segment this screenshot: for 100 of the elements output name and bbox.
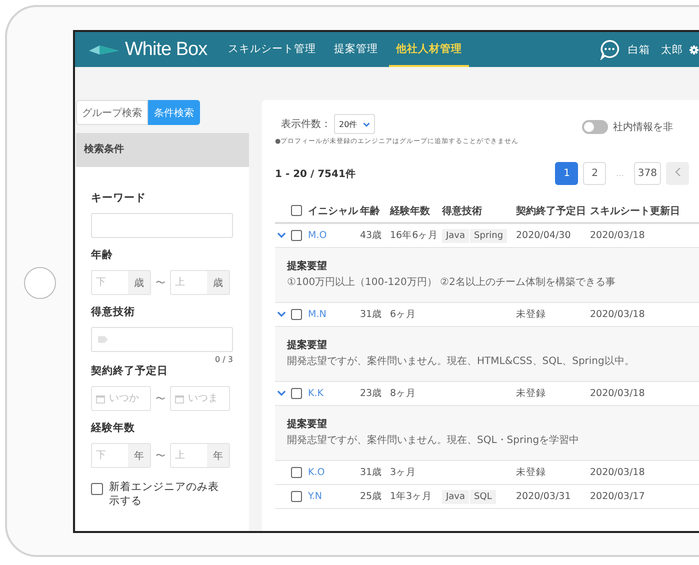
- table-cell-text: 2020/03/18: [590, 388, 646, 399]
- page-size-select[interactable]: 20件: [334, 114, 376, 134]
- table-cell-text: 25歳: [360, 490, 384, 503]
- table-cell-text: 2020/03/18: [590, 467, 646, 478]
- table-cell-text: 2020/03/31: [516, 491, 572, 502]
- column-header[interactable]: 契約終了予定日: [516, 204, 590, 218]
- logo-icon: [89, 42, 119, 56]
- initials-link[interactable]: K.K: [308, 388, 360, 399]
- request-text: 開発志望ですが、案件問いません。現在、HTML&CSS、SQL、Spring以中。: [287, 354, 636, 368]
- panel-heading: 検索条件: [76, 133, 249, 167]
- column-header[interactable]: イニシャル: [308, 204, 360, 218]
- table-cell-text: 未登録: [516, 308, 547, 321]
- date-from-field[interactable]: いつか: [91, 386, 151, 411]
- settings-icon[interactable]: [689, 44, 699, 54]
- range-separator: 〜: [154, 392, 166, 406]
- field-label: キーワード: [91, 191, 147, 205]
- table-cell-text: 31歳: [360, 466, 384, 479]
- chevron-icon[interactable]: [277, 390, 286, 396]
- end-date-input[interactable]: いつま: [184, 393, 228, 404]
- nav-tab[interactable]: スキルシート管理: [221, 32, 324, 67]
- field-label: 契約終了予定日: [91, 364, 169, 378]
- table-cell-text: 2020/03/18: [590, 309, 646, 320]
- initials-link[interactable]: K.O: [308, 467, 360, 478]
- result-count: 1 - 20 / 7541件: [275, 168, 356, 180]
- table-cell-text: 1年3ヶ月: [390, 490, 434, 503]
- checkbox-label: 新着エンジニアのみ表示する: [109, 480, 220, 508]
- min-years-input[interactable]: 下: [92, 450, 128, 461]
- table-cell-text: 2020/03/18: [590, 230, 646, 241]
- min-age-input[interactable]: 下: [92, 277, 128, 288]
- field-label: 得意技術: [91, 305, 136, 319]
- logo-text: White Box: [125, 38, 208, 60]
- initials-link[interactable]: M.N: [308, 309, 360, 320]
- calendar-icon: [175, 394, 184, 404]
- select-all-checkbox[interactable]: [291, 205, 302, 216]
- skill-tag-field[interactable]: [91, 327, 233, 352]
- row-checkbox[interactable]: [291, 467, 302, 478]
- field-label: 年齢: [91, 248, 114, 262]
- table-cell-text: 未登録: [516, 387, 547, 400]
- nav-tab[interactable]: 提案管理: [327, 32, 386, 67]
- table-cell-text: 16年6ヶ月: [390, 229, 440, 242]
- chevron-left-icon: [674, 167, 680, 177]
- chevron-icon[interactable]: [277, 311, 286, 317]
- row-checkbox[interactable]: [291, 230, 302, 241]
- table-cell-text: 3ヶ月: [390, 466, 418, 479]
- toggle-switch[interactable]: [582, 120, 608, 134]
- page-button[interactable]: 378: [634, 162, 661, 185]
- range-separator: 〜: [154, 276, 166, 290]
- request-text: 開発志望ですが、案件問いません。現在、SQL・Springを学習中: [287, 434, 580, 447]
- page-button[interactable]: 1: [555, 162, 578, 185]
- table-cell-text: 43歳: [360, 229, 384, 242]
- table-cell-text: 6ヶ月: [390, 308, 418, 321]
- experience-min-field[interactable]: 下 年: [91, 443, 151, 468]
- nav-tab[interactable]: 他社人材管理: [389, 32, 470, 67]
- age-max-field[interactable]: 上 歳: [170, 270, 230, 295]
- initials-link[interactable]: M.O: [308, 230, 360, 241]
- row-checkbox[interactable]: [291, 388, 302, 399]
- toggle-label: 社内情報を非: [613, 120, 673, 134]
- tag-counter: 0 / 3: [214, 355, 233, 364]
- max-age-input[interactable]: 上: [171, 277, 207, 288]
- table-cell-text: 2020/04/30: [516, 230, 572, 241]
- row-checkbox[interactable]: [291, 491, 302, 502]
- user-name[interactable]: 白箱 太郎: [628, 42, 683, 56]
- page-ellipsis: ...: [615, 169, 625, 178]
- table-cell-text: 未登録: [516, 466, 547, 479]
- request-title: 提案要望: [287, 417, 328, 431]
- table-cell-text: 31歳: [360, 308, 384, 321]
- initials-link[interactable]: Y.N: [308, 491, 360, 502]
- column-header[interactable]: 得意技術: [442, 204, 516, 218]
- request-title: 提案要望: [287, 259, 328, 273]
- skill-tag: SQL: [470, 490, 496, 504]
- search-mode-tab[interactable]: 条件検索: [148, 100, 200, 125]
- skill-tag: Spring: [470, 228, 508, 242]
- range-separator: 〜: [154, 450, 166, 462]
- skill-tag: Java: [442, 490, 470, 504]
- date-to-field[interactable]: いつま: [170, 386, 230, 411]
- start-date-input[interactable]: いつか: [105, 393, 149, 404]
- tag-icon: [98, 336, 108, 343]
- age-min-field[interactable]: 下 歳: [91, 270, 151, 295]
- chat-icon[interactable]: [599, 39, 620, 60]
- keyword-field[interactable]: [91, 213, 233, 238]
- caret-icon: [363, 122, 370, 126]
- field-label: 経験年数: [91, 421, 136, 435]
- request-text: ①100万円以上（100-120万円） ②2名以上のチーム体制を構築できる事: [287, 276, 616, 289]
- row-checkbox[interactable]: [291, 309, 302, 320]
- column-header[interactable]: スキルシート更新日: [590, 204, 682, 218]
- table-cell-text: 8ヶ月: [390, 387, 418, 400]
- page-size-label: 表示件数：: [281, 118, 331, 131]
- table-cell-text: 23歳: [360, 387, 384, 400]
- skill-tag: Java: [442, 228, 470, 242]
- chevron-icon[interactable]: [277, 232, 286, 238]
- calendar-icon: [96, 394, 105, 404]
- table-cell-text: 2020/03/17: [590, 491, 646, 502]
- column-header[interactable]: 経験年数: [390, 204, 442, 218]
- max-years-input[interactable]: 上: [171, 450, 207, 461]
- search-mode-tab[interactable]: グループ検索: [76, 100, 148, 125]
- experience-max-field[interactable]: 上 年: [170, 443, 230, 468]
- page-button[interactable]: 2: [583, 162, 606, 185]
- checkbox[interactable]: [91, 483, 103, 495]
- request-title: 提案要望: [287, 338, 328, 352]
- column-header[interactable]: 年齢: [360, 204, 390, 218]
